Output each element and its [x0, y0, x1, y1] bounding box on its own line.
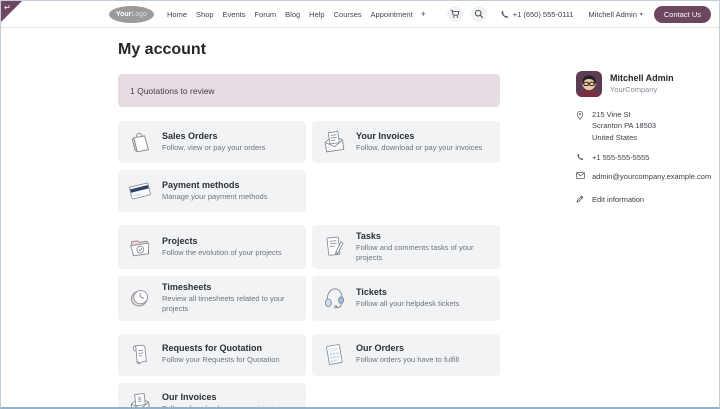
shopping-bag-icon	[126, 127, 154, 157]
quotation-scroll-icon	[126, 340, 154, 370]
card-your-invoices[interactable]: Your Invoices Follow, download or pay yo…	[312, 121, 500, 163]
menu-item-blog[interactable]: Blog	[285, 10, 300, 19]
menu-item-appointment[interactable]: Appointment	[371, 10, 413, 19]
chevron-down-icon: ▾	[639, 11, 643, 18]
card-title: Requests for Quotation	[162, 343, 263, 354]
project-folder-icon	[126, 232, 154, 262]
empty-grid-slot	[312, 170, 500, 212]
menu-item-events[interactable]: Events	[223, 10, 246, 19]
corner-arrow-icon: ↵	[4, 3, 11, 12]
empty-grid-slot	[312, 383, 500, 408]
invoice-envelope-icon	[320, 127, 348, 157]
card-tickets[interactable]: Tickets Follow all your helpdesk tickets	[312, 276, 500, 321]
card-title: Your Invoices	[356, 130, 415, 141]
card-payment-methods[interactable]: Payment methods Manage your payment meth…	[118, 170, 306, 212]
logo-text-bold: Your	[115, 10, 132, 18]
phone-icon	[501, 10, 508, 18]
add-page-button[interactable]: +	[421, 9, 426, 19]
card-title: Timesheets	[162, 282, 212, 293]
card-title: Sales Orders	[162, 130, 218, 141]
address-line-2: Scranton PA 18503	[592, 121, 657, 131]
page-title: My account	[118, 41, 207, 58]
phone-icon	[576, 152, 586, 163]
quotations-review-alert[interactable]: 1 Quotations to review	[118, 74, 500, 107]
contact-details-sidebar: Mitchell Admin YourCompany 215 Vine St S…	[576, 71, 712, 206]
address-line-1: 215 Vine St	[592, 110, 631, 119]
card-subtitle: Follow and comments tasks of your projec…	[356, 243, 474, 263]
card-timesheets[interactable]: Timesheets Review all timesheets related…	[118, 276, 306, 321]
menu-item-shop[interactable]: Shop	[196, 10, 214, 19]
task-note-icon	[320, 232, 348, 262]
sidebar-company-name: YourCompany	[610, 85, 658, 94]
user-account-dropdown[interactable]: Mitchell Admin ▾	[589, 10, 643, 19]
menu-item-help[interactable]: Help	[309, 10, 324, 19]
sidebar-email-link[interactable]: admin@yourcompany.example.com	[576, 171, 712, 182]
sidebar-email-address: admin@yourcompany.example.com	[592, 172, 712, 181]
dollar-envelope-icon: $	[126, 389, 154, 407]
map-pin-icon	[576, 109, 586, 143]
navbar-phone-link[interactable]: +1 (650) 555-0111	[500, 10, 574, 19]
card-title: Projects	[162, 236, 198, 247]
cart-icon	[450, 9, 460, 18]
top-navbar: Your Logo Home Shop Events Forum Blog Hel…	[1, 1, 719, 28]
credit-card-icon	[126, 176, 154, 206]
card-subtitle: Follow the evolution of your projects	[162, 248, 282, 258]
card-subtitle: Manage your payment methods	[162, 191, 268, 201]
pencil-icon	[576, 194, 586, 205]
contact-us-button[interactable]: Contact Us	[653, 5, 711, 23]
headset-icon	[320, 283, 348, 313]
card-title: Our Orders	[356, 343, 405, 354]
card-title: Tasks	[356, 231, 381, 241]
card-subtitle: Follow, download or pay our invoices	[162, 404, 285, 409]
card-tasks[interactable]: Tasks Follow and comments tasks of your …	[312, 225, 500, 270]
sidebar-phone-link[interactable]: +1 555-555-5555	[576, 152, 709, 163]
cart-button[interactable]	[446, 6, 463, 22]
card-title: Tickets	[356, 287, 387, 298]
sidebar-user-header: Mitchell Admin YourCompany	[576, 71, 709, 97]
search-icon	[474, 9, 483, 19]
sidebar-address: 215 Vine St Scranton PA 18503 United Sta…	[576, 109, 709, 143]
navbar-phone-number: +1 (650) 555-0111	[512, 9, 574, 19]
calculator-icon	[320, 340, 348, 370]
card-projects[interactable]: Projects Follow the evolution of your pr…	[118, 225, 306, 270]
projects-card-grid: Projects Follow the evolution of your pr…	[118, 225, 500, 321]
card-title: Our Invoices	[162, 392, 217, 403]
sales-card-grid: Sales Orders Follow, view or pay your or…	[118, 121, 500, 212]
menu-item-home[interactable]: Home	[167, 10, 187, 19]
avatar	[576, 71, 602, 97]
user-menu-label: Mitchell Admin	[588, 9, 637, 19]
edit-information-label: Edit information	[592, 195, 645, 205]
card-requests-for-quotation[interactable]: Requests for Quotation Follow your Reque…	[118, 333, 306, 376]
browser-viewport: ↵ Your Logo Home Shop Events Forum Blog H…	[0, 0, 720, 409]
card-title: Payment methods	[162, 179, 240, 190]
sidebar-user-name: Mitchell Admin	[610, 73, 674, 83]
card-our-invoices[interactable]: $ Our Invoices Follow, download or pay o…	[118, 382, 306, 409]
alert-text: 1 Quotations to review	[130, 85, 215, 96]
card-subtitle: Follow, download or pay your invoices	[356, 142, 483, 152]
card-subtitle: Follow your Requests for Quotation	[162, 355, 280, 365]
purchase-card-grid: Requests for Quotation Follow your Reque…	[118, 333, 500, 409]
menu-item-courses[interactable]: Courses	[334, 10, 362, 19]
clock-icon	[126, 283, 154, 313]
main-menu: Home Shop Events Forum Blog Help Courses…	[167, 10, 413, 19]
search-button[interactable]	[470, 6, 487, 22]
logo-text-light: Logo	[131, 10, 147, 18]
card-subtitle: Follow, view or pay your orders	[162, 142, 266, 152]
account-main-content: My account 1 Quotations to review Sales …	[118, 41, 500, 409]
card-subtitle: Follow all your helpdesk tickets	[356, 299, 460, 309]
card-sales-orders[interactable]: Sales Orders Follow, view or pay your or…	[118, 121, 306, 163]
sidebar-phone-number: +1 555-555-5555	[592, 152, 650, 162]
editor-corner-ribbon[interactable]: ↵	[1, 1, 22, 22]
site-logo[interactable]: Your Logo	[109, 5, 154, 23]
edit-information-link[interactable]: Edit information	[576, 194, 709, 205]
card-subtitle: Review all timesheets related to your pr…	[162, 294, 285, 314]
card-our-orders[interactable]: Our Orders Follow orders you have to ful…	[312, 333, 500, 376]
card-subtitle: Follow orders you have to fulfill	[356, 355, 459, 365]
envelope-icon	[576, 171, 586, 182]
menu-item-forum[interactable]: Forum	[254, 10, 276, 19]
address-line-3: United States	[592, 132, 638, 142]
